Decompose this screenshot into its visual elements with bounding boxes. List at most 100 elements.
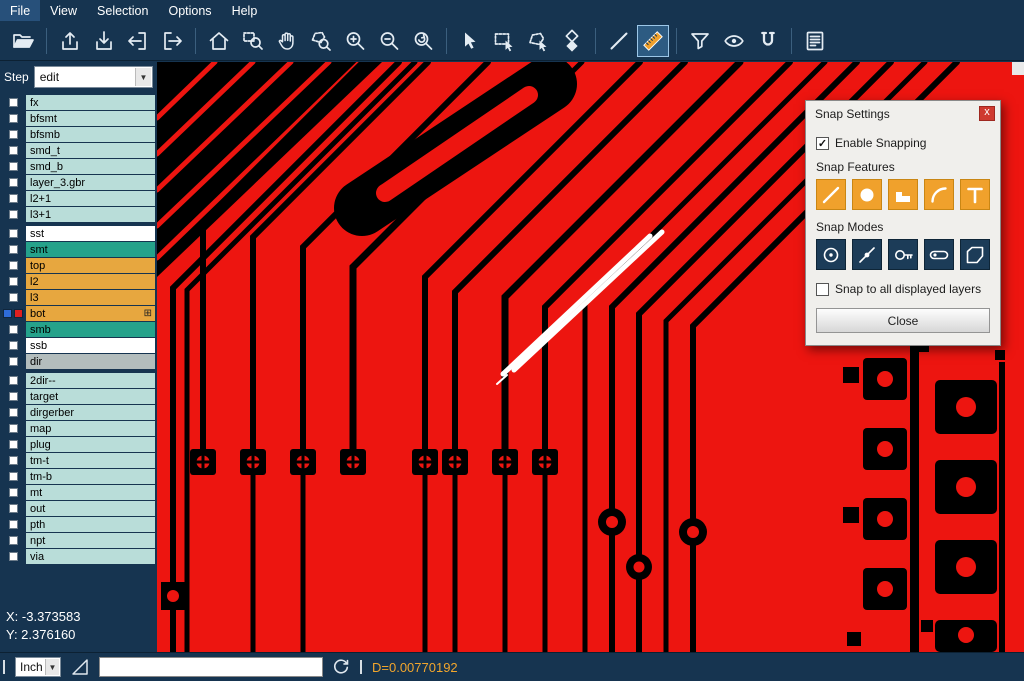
line-tool-button[interactable] (603, 25, 635, 57)
layer-checkbox[interactable] (9, 178, 18, 187)
layer-label[interactable]: smb (26, 322, 155, 337)
layer-label[interactable]: map (26, 421, 155, 436)
box-arrow-down-button[interactable] (88, 25, 120, 57)
layer-checkbox-cell[interactable] (0, 306, 26, 321)
layer-label[interactable]: l2+1 (26, 191, 155, 206)
snap-text-button[interactable] (960, 179, 990, 210)
zoom-out-button[interactable] (373, 25, 405, 57)
layer-row-ssb[interactable]: ssb (0, 338, 157, 353)
layer-checkbox[interactable] (9, 162, 18, 171)
layer-checkbox[interactable] (9, 440, 18, 449)
menu-options[interactable]: Options (158, 0, 221, 21)
snap-outline-button[interactable] (960, 239, 990, 270)
layer-label[interactable]: layer_3.gbr (26, 175, 155, 190)
view-eye-button[interactable] (718, 25, 750, 57)
layer-row-fx[interactable]: fx (0, 95, 157, 110)
ruler-tool-button[interactable] (637, 25, 669, 57)
layer-row-l2[interactable]: l2 (0, 274, 157, 289)
layer-checkbox[interactable] (9, 536, 18, 545)
layer-checkbox-cell[interactable] (0, 485, 26, 500)
refresh-icon[interactable] (332, 658, 350, 676)
layer-checkbox-cell[interactable] (0, 191, 26, 206)
layer-checkbox-cell[interactable] (0, 501, 26, 516)
layer-checkbox-cell[interactable] (0, 258, 26, 273)
snap-center-button[interactable] (816, 239, 846, 270)
layer-checkbox[interactable] (9, 456, 18, 465)
snap-corner-button[interactable] (888, 179, 918, 210)
layer-label[interactable]: smt (26, 242, 155, 257)
layer-row-l3[interactable]: l3 (0, 290, 157, 305)
menu-help[interactable]: Help (222, 0, 268, 21)
setsquare-icon[interactable] (70, 657, 90, 677)
layer-checkbox-cell[interactable] (0, 437, 26, 452)
layer-row-bfsmt[interactable]: bfsmt (0, 111, 157, 126)
filter-funnel-button[interactable] (684, 25, 716, 57)
layer-row-l2+1[interactable]: l2+1 (0, 191, 157, 206)
layer-row-bfsmb[interactable]: bfsmb (0, 127, 157, 142)
layer-row-tm-b[interactable]: tm-b (0, 469, 157, 484)
layer-checkbox-cell[interactable] (0, 274, 26, 289)
layer-label[interactable]: out (26, 501, 155, 516)
layer-label[interactable]: sst (26, 226, 155, 241)
layer-checkbox[interactable] (9, 194, 18, 203)
report-list-button[interactable] (799, 25, 831, 57)
units-select[interactable]: Inch ▼ (15, 657, 61, 677)
layer-label[interactable]: 2dir-- (26, 373, 155, 388)
layer-label[interactable]: via (26, 549, 155, 564)
layer-checkbox[interactable] (9, 552, 18, 561)
scrollbar-corner[interactable] (1012, 62, 1024, 75)
layer-label[interactable]: ssb (26, 338, 155, 353)
layer-checkbox[interactable] (9, 520, 18, 529)
layer-checkbox[interactable] (9, 98, 18, 107)
layer-row-out[interactable]: out (0, 501, 157, 516)
layer-checkbox-cell[interactable] (0, 453, 26, 468)
chevron-down-icon[interactable]: ▼ (135, 68, 151, 86)
all-layers-checkbox[interactable] (816, 283, 829, 296)
layer-label[interactable]: dir (26, 354, 155, 369)
layer-label[interactable]: tm-b (26, 469, 155, 484)
layer-checkbox-cell[interactable] (0, 159, 26, 174)
layer-label[interactable]: npt (26, 533, 155, 548)
layer-checkbox[interactable] (9, 210, 18, 219)
layer-checkbox-cell[interactable] (0, 533, 26, 548)
layer-label[interactable]: bfsmt (26, 111, 155, 126)
command-input[interactable] (99, 657, 323, 677)
layer-row-layer_3.gbr[interactable]: layer_3.gbr (0, 175, 157, 190)
layer-label[interactable]: mt (26, 485, 155, 500)
layer-checkbox-cell[interactable] (0, 405, 26, 420)
layer-checkbox-cell[interactable] (0, 354, 26, 369)
layer-checkbox[interactable] (9, 146, 18, 155)
layer-checkbox-cell[interactable] (0, 290, 26, 305)
box-arrow-left-button[interactable] (122, 25, 154, 57)
snap-pad-button[interactable] (852, 179, 882, 210)
layer-checkbox[interactable] (9, 261, 18, 270)
layer-row-pth[interactable]: pth (0, 517, 157, 532)
layer-checkbox-cell[interactable] (0, 175, 26, 190)
select-rect-button[interactable] (488, 25, 520, 57)
layer-checkbox[interactable] (9, 245, 18, 254)
layer-row-plug[interactable]: plug (0, 437, 157, 452)
layer-checkbox[interactable] (9, 424, 18, 433)
layer-checkbox[interactable] (9, 504, 18, 513)
layer-label[interactable]: dirgerber (26, 405, 155, 420)
magnet-button[interactable] (752, 25, 784, 57)
layer-checkbox[interactable] (9, 408, 18, 417)
layer-label[interactable]: top (26, 258, 155, 273)
layer-row-via[interactable]: via (0, 549, 157, 564)
layer-checkbox-cell[interactable] (0, 389, 26, 404)
layer-row-map[interactable]: map (0, 421, 157, 436)
layer-label[interactable]: plug (26, 437, 155, 452)
active-layer-checkbox[interactable] (3, 309, 12, 318)
menu-file[interactable]: File (0, 0, 40, 21)
snap-slot-button[interactable] (888, 239, 918, 270)
layer-checkbox[interactable] (9, 472, 18, 481)
home-button[interactable] (203, 25, 235, 57)
layer-label[interactable]: target (26, 389, 155, 404)
layer-row-smd_b[interactable]: smd_b (0, 159, 157, 174)
layer-label[interactable]: smd_t (26, 143, 155, 158)
enable-snapping-row[interactable]: Enable Snapping (816, 136, 990, 150)
menu-selection[interactable]: Selection (87, 0, 158, 21)
dialog-close-icon[interactable]: x (979, 106, 995, 121)
step-select[interactable]: edit ▼ (34, 66, 153, 88)
select-pointer-button[interactable] (454, 25, 486, 57)
